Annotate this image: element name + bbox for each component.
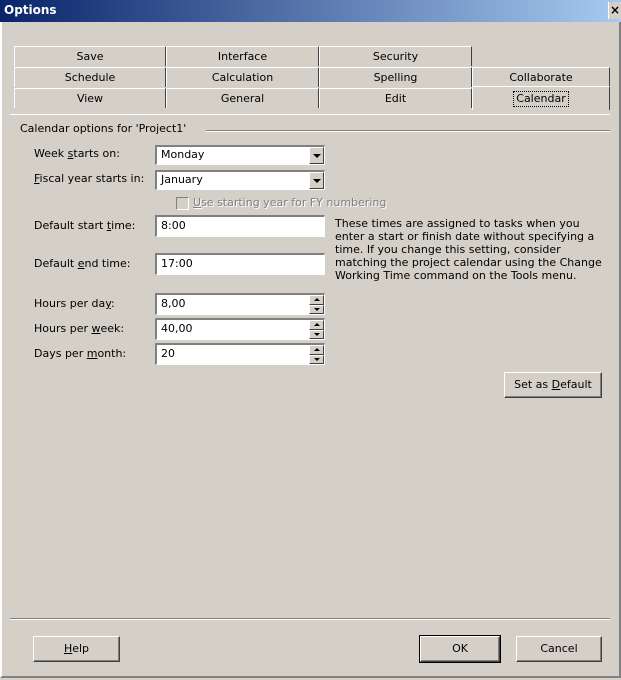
days-per-month-label: Days per month:: [34, 347, 127, 360]
hours-per-week-value: 40,00: [161, 322, 193, 335]
group-rule: [206, 130, 610, 132]
end-time-label: Default end time:: [34, 257, 131, 270]
tab-label: Calculation: [211, 71, 274, 84]
group-label: Calendar options for 'Project1': [20, 122, 191, 135]
tab-label: Spelling: [373, 71, 418, 84]
tab-view[interactable]: View: [14, 88, 166, 108]
tab-schedule[interactable]: Schedule: [14, 67, 166, 87]
footer-divider: [10, 618, 610, 620]
tab-label: Collaborate: [509, 71, 573, 84]
tab-panel-edge: [10, 114, 610, 115]
hours-per-day-value: 8,00: [161, 297, 186, 310]
arrow-down-icon: [313, 332, 320, 336]
tab-label: Save: [76, 50, 104, 63]
time-info-text: These times are assigned to tasks when y…: [335, 217, 602, 282]
hours-per-week-spinner[interactable]: 40,00: [155, 318, 325, 340]
arrow-down-icon: [313, 357, 320, 361]
days-per-month-value: 20: [161, 347, 175, 360]
fiscal-year-label: Fiscal year starts in:: [34, 172, 145, 185]
tab-label: Schedule: [64, 71, 116, 84]
tab-label: View: [76, 92, 104, 105]
help-button[interactable]: Help: [33, 636, 120, 662]
title-bar: Options ×: [0, 0, 621, 22]
tab-label: General: [220, 92, 265, 105]
week-starts-label: Week starts on:: [34, 147, 120, 160]
tab-general[interactable]: General: [166, 88, 319, 108]
fy-numbering-label: Use starting year for FY numbering: [193, 196, 387, 209]
week-starts-select[interactable]: Monday: [155, 145, 325, 165]
spin-up-button[interactable]: [309, 295, 324, 305]
cancel-button[interactable]: Cancel: [516, 636, 602, 662]
set-as-default-button[interactable]: Set as Default: [504, 372, 602, 398]
end-time-value: 17:00: [161, 257, 193, 270]
days-per-month-spinner[interactable]: 20: [155, 343, 325, 365]
chevron-down-icon: [312, 153, 321, 158]
tab-edit[interactable]: Edit: [319, 88, 472, 108]
tab-save[interactable]: Save: [14, 46, 166, 66]
start-time-value: 8:00: [161, 219, 186, 232]
tab-label: Calendar: [513, 91, 569, 107]
tab-calculation[interactable]: Calculation: [166, 67, 319, 87]
close-button[interactable]: ×: [608, 2, 621, 19]
fiscal-year-value: January: [161, 173, 203, 186]
close-icon: ×: [609, 3, 621, 17]
arrow-up-icon: [313, 348, 320, 352]
tab-spelling[interactable]: Spelling: [319, 67, 472, 87]
ok-button[interactable]: OK: [419, 635, 501, 663]
tab-interface[interactable]: Interface: [166, 46, 319, 66]
arrow-up-icon: [313, 298, 320, 302]
fiscal-year-select[interactable]: January: [155, 170, 325, 190]
hours-per-week-label: Hours per week:: [34, 322, 125, 335]
tab-security[interactable]: Security: [319, 46, 472, 66]
tab-collaborate[interactable]: Collaborate: [472, 67, 610, 87]
tab-calendar[interactable]: Calendar: [472, 86, 610, 110]
chevron-down-icon: [312, 178, 321, 183]
hours-per-day-spinner[interactable]: 8,00: [155, 293, 325, 315]
spin-up-button[interactable]: [309, 345, 324, 355]
spin-down-button[interactable]: [309, 304, 324, 314]
spin-down-button[interactable]: [309, 329, 324, 339]
spin-up-button[interactable]: [309, 320, 324, 330]
start-time-input[interactable]: 8:00: [155, 215, 325, 237]
start-time-label: Default start time:: [34, 219, 136, 232]
hours-per-day-label: Hours per day:: [34, 297, 115, 310]
tab-label: Interface: [217, 50, 268, 63]
tab-label: Security: [372, 50, 419, 63]
window-title: Options: [4, 3, 57, 17]
arrow-up-icon: [313, 323, 320, 327]
tab-label: Edit: [384, 92, 407, 105]
week-starts-dropdown-button[interactable]: [309, 147, 324, 164]
fiscal-year-dropdown-button[interactable]: [309, 172, 324, 189]
fy-numbering-checkbox[interactable]: [176, 197, 189, 210]
week-starts-value: Monday: [161, 148, 205, 161]
arrow-down-icon: [313, 307, 320, 311]
spin-down-button[interactable]: [309, 354, 324, 364]
end-time-input[interactable]: 17:00: [155, 253, 325, 275]
